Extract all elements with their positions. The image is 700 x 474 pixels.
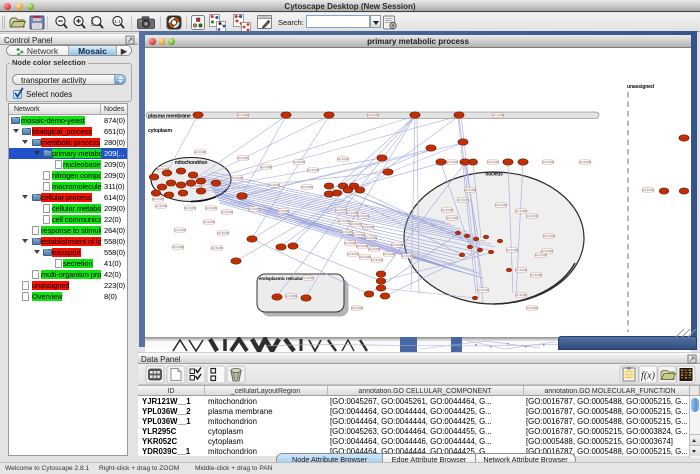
svg-text:plasma membrane: plasma membrane [148, 113, 191, 119]
svg-text:1:1: 1:1 [114, 19, 121, 24]
svg-text:mitochondrion: mitochondrion [175, 160, 208, 166]
svg-text:endoplasmic reticulum: endoplasmic reticulum [259, 276, 305, 281]
svg-text:nucleus: nucleus [485, 172, 503, 178]
svg-text:unassigned: unassigned [627, 84, 654, 90]
svg-text:f(x): f(x) [641, 371, 656, 382]
svg-text:cytoplasm: cytoplasm [148, 128, 172, 134]
